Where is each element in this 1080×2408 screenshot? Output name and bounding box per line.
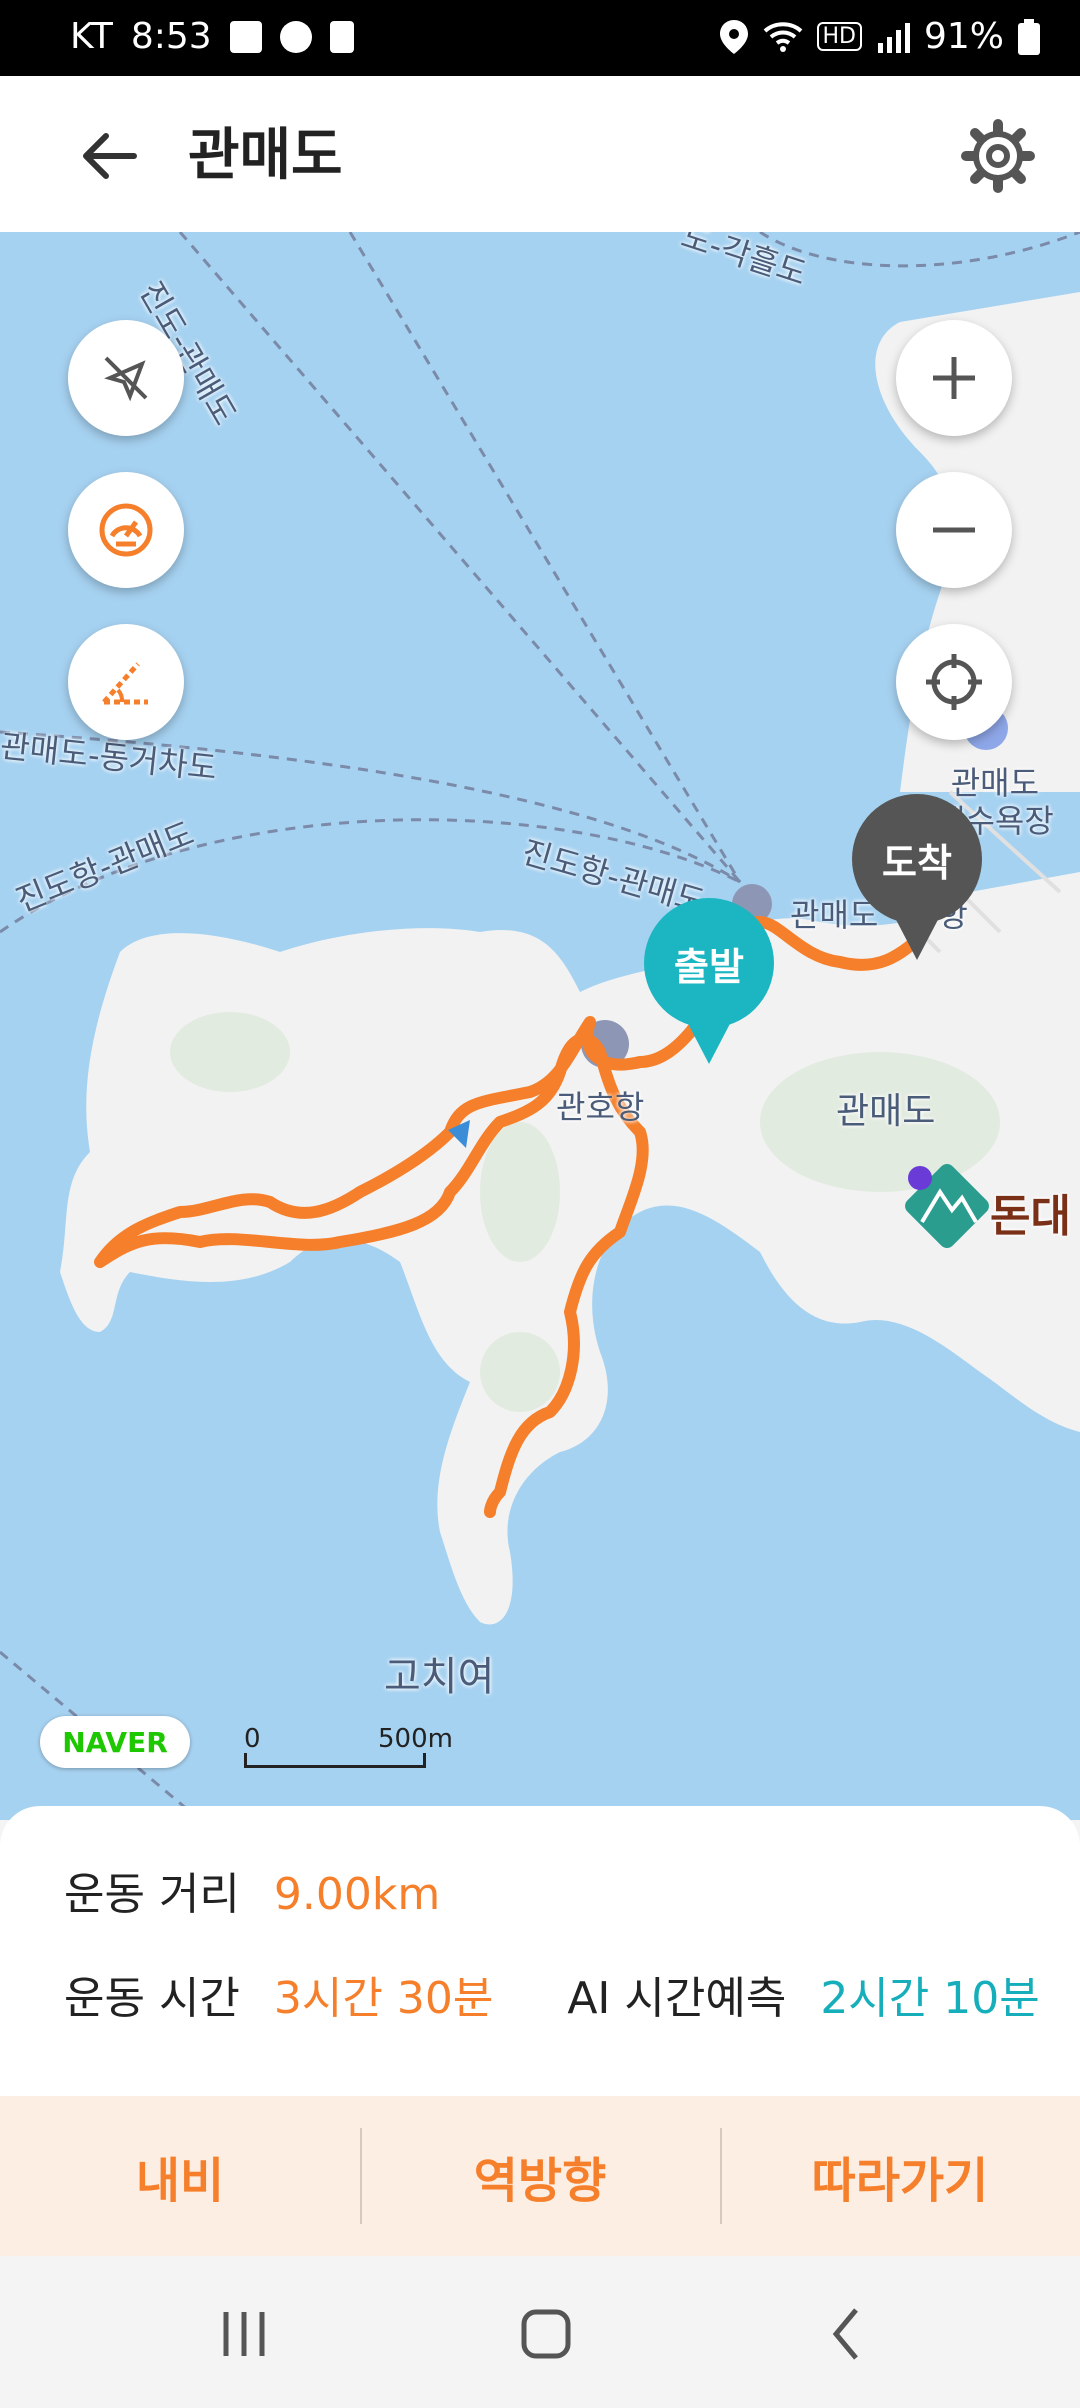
hd-badge: HD xyxy=(816,22,862,51)
reverse-button[interactable]: 역방향 xyxy=(360,2096,720,2256)
time-label: 운동 시간 xyxy=(64,1973,240,2024)
poi-label: 돈대 xyxy=(990,1191,1071,1242)
steps-icon xyxy=(279,20,312,53)
distance-value: 9.00km xyxy=(273,1869,441,1920)
land-main-island xyxy=(60,872,1080,1625)
battery-percent: 91% xyxy=(923,16,1004,57)
navigate-button[interactable]: 내비 xyxy=(0,2096,360,2256)
stats-sheet: 운동 거리 9.00km 운동 시간 3시간 30분 AI 시간예측 2시간 1… xyxy=(0,1806,1080,2096)
ai-time-label: AI 시간예측 xyxy=(567,1973,787,2024)
compass-toggle-button[interactable] xyxy=(68,320,184,436)
port-label: 관매도 xyxy=(790,896,879,934)
hill xyxy=(480,1122,560,1262)
compass-off-icon xyxy=(104,356,148,402)
clock: 8:53 xyxy=(130,16,212,57)
gear-icon xyxy=(961,119,1035,193)
map-view[interactable]: 진도-관매도 도-각흘도 관매도-동거차도 진도항-관매도 진도항-관매도 관매… xyxy=(0,232,1080,1820)
locate-button[interactable] xyxy=(896,624,1012,740)
zoom-in-button[interactable] xyxy=(896,320,1012,436)
distance-row: 운동 거리 9.00km xyxy=(64,1858,440,1922)
action-bar: 내비 역방향 따라가기 xyxy=(0,2096,1080,2256)
locate-icon xyxy=(926,654,982,710)
home-button[interactable] xyxy=(486,2294,606,2374)
image-icon xyxy=(229,20,262,53)
follow-button[interactable]: 따라가기 xyxy=(720,2096,1080,2256)
time-row: 운동 시간 3시간 30분 AI 시간예측 2시간 10분 xyxy=(64,1962,1040,2026)
back-button[interactable] xyxy=(70,116,150,196)
recent-apps-button[interactable] xyxy=(184,2294,304,2374)
naver-logo: NAVER xyxy=(40,1716,190,1768)
ai-time-value: 2시간 10분 xyxy=(820,1973,1040,2024)
slope-icon xyxy=(102,662,148,705)
status-bar: KT 8:53 HD 91% xyxy=(0,0,1080,76)
speed-button[interactable] xyxy=(68,472,184,588)
slope-button[interactable] xyxy=(68,624,184,740)
recent-apps-icon xyxy=(223,2312,265,2356)
zoom-in-icon xyxy=(933,357,975,399)
system-nav-bar xyxy=(0,2256,1080,2408)
carrier-label: KT xyxy=(70,16,113,57)
port-label-2: 관호항 xyxy=(556,1088,645,1126)
hill xyxy=(170,1012,290,1092)
scale-end-label: 500m xyxy=(378,1724,453,1754)
speedometer-icon xyxy=(99,503,153,557)
start-pin[interactable]: 출발 xyxy=(644,898,774,1064)
ferry-route-line xyxy=(178,232,742,883)
app-header: 관매도 xyxy=(0,76,1080,232)
settings-button[interactable] xyxy=(956,114,1040,198)
distance-label: 운동 거리 xyxy=(64,1869,240,1920)
scale-bar xyxy=(244,1753,426,1768)
reef-label: 고치여 xyxy=(384,1654,495,1700)
home-icon xyxy=(521,2309,571,2359)
sd-card-icon xyxy=(329,20,354,53)
wifi-icon xyxy=(763,21,802,52)
battery-icon xyxy=(1018,18,1040,55)
end-pin[interactable]: 도착 xyxy=(852,794,982,960)
back-nav-button[interactable] xyxy=(788,2294,908,2374)
map-scale: 0 500m xyxy=(244,1724,453,1768)
scale-start-label: 0 xyxy=(244,1724,261,1754)
page-title: 관매도 xyxy=(188,123,343,188)
time-value: 3시간 30분 xyxy=(273,1973,494,2024)
arrow-left-icon xyxy=(83,133,137,179)
map-canvas xyxy=(0,232,1080,1820)
zoom-out-button[interactable] xyxy=(896,472,1012,588)
hill xyxy=(480,1332,560,1412)
signal-icon xyxy=(877,22,910,53)
ferry-route-line xyxy=(348,232,742,883)
chevron-left-icon xyxy=(832,2308,858,2360)
location-icon xyxy=(719,19,748,54)
zoom-out-icon xyxy=(933,527,975,533)
island-label: 관매도 xyxy=(836,1091,936,1132)
